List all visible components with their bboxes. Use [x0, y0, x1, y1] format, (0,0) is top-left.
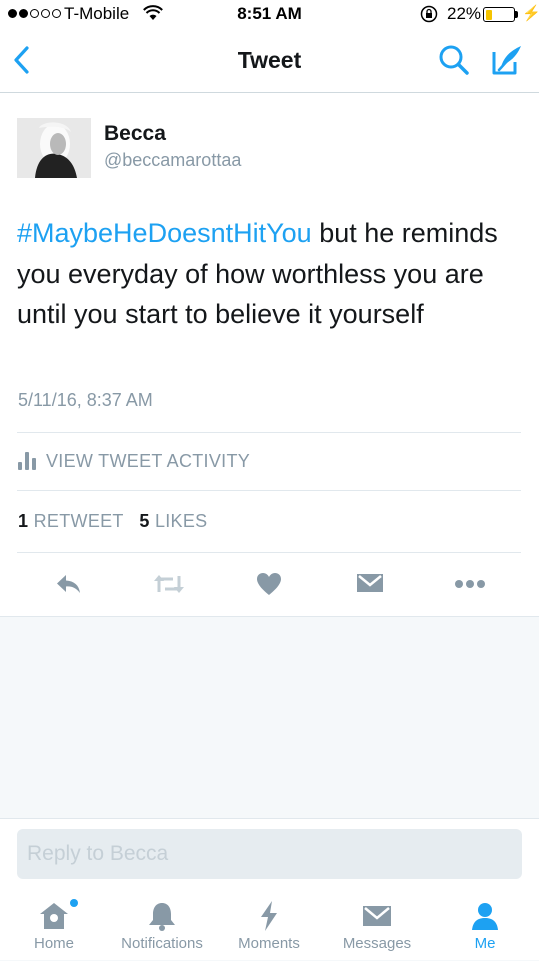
tweet-text: #MaybeHeDoesntHitYou but he reminds you …	[17, 213, 527, 335]
activity-chart-icon[interactable]	[18, 452, 36, 470]
status-bar: T-Mobile 8:51 AM 22% ⚡	[0, 0, 539, 30]
messages-icon	[363, 906, 391, 926]
retweet-count[interactable]: 1	[18, 511, 28, 531]
tab-label: Moments	[238, 935, 300, 952]
tab-moments[interactable]: Moments	[219, 895, 319, 952]
like-icon[interactable]	[255, 570, 283, 598]
me-icon	[472, 903, 498, 930]
tab-me[interactable]: Me	[435, 895, 535, 952]
tweet-timestamp: 5/11/16, 8:37 AM	[18, 390, 153, 410]
tab-notifications[interactable]: Notifications	[112, 895, 212, 952]
author-name[interactable]: Becca	[104, 122, 166, 146]
more-icon[interactable]	[453, 570, 487, 598]
charging-icon: ⚡	[522, 5, 539, 22]
battery-percentage: 22%	[447, 4, 482, 23]
retweet-icon[interactable]	[151, 570, 187, 598]
tab-home[interactable]: Home	[4, 895, 104, 952]
reply-input[interactable]	[17, 829, 522, 879]
compose-icon[interactable]	[490, 43, 524, 77]
search-icon[interactable]	[438, 44, 470, 76]
hashtag-link[interactable]: #MaybeHeDoesntHitYou	[17, 218, 312, 248]
reply-icon[interactable]	[54, 570, 82, 598]
author-handle[interactable]: @beccamarottaa	[104, 150, 241, 171]
rotation-lock-icon	[420, 5, 438, 23]
tab-label: Messages	[342, 935, 412, 952]
divider	[17, 552, 521, 553]
tweet-stats: 1 RETWEET 5 LIKES	[18, 511, 207, 532]
home-icon	[40, 903, 68, 929]
battery-icon	[483, 7, 515, 22]
like-count[interactable]: 5	[139, 511, 149, 531]
view-tweet-activity-link[interactable]: VIEW TWEET ACTIVITY	[46, 451, 250, 472]
notifications-icon	[149, 903, 175, 931]
tab-label: Home	[33, 935, 74, 952]
tab-label: Me	[474, 935, 496, 952]
direct-message-icon[interactable]	[355, 570, 385, 598]
new-content-indicator	[70, 899, 78, 907]
tab-label: Notifications	[121, 935, 203, 952]
retweet-label[interactable]: RETWEET	[34, 511, 124, 531]
like-label[interactable]: LIKES	[155, 511, 208, 531]
divider	[17, 432, 521, 433]
divider	[17, 490, 521, 491]
moments-icon	[261, 901, 277, 931]
avatar[interactable]	[17, 118, 91, 178]
tab-messages[interactable]: Messages	[327, 895, 427, 952]
